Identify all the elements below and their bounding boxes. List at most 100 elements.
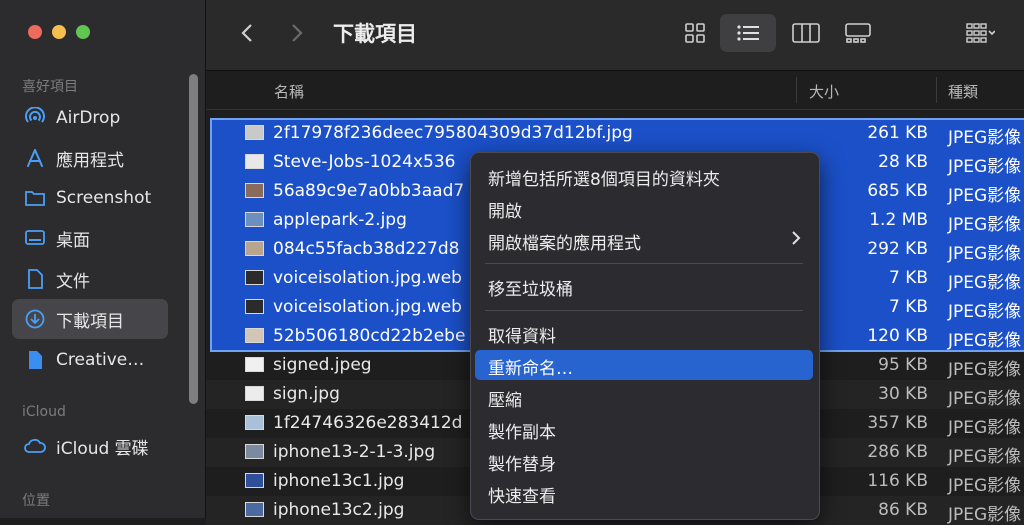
menu-item-open-with[interactable]: 開啟檔案的應用程式: [475, 225, 813, 255]
file-size: 28 KB: [878, 152, 928, 172]
list-view-button[interactable]: [720, 14, 776, 52]
column-header-size[interactable]: 大小: [809, 81, 839, 102]
menu-item-label: 重新命名…: [488, 359, 573, 379]
file-kind: JPEG影像: [948, 476, 1022, 496]
sidebar-item-icloud-drive[interactable]: iCloud 雲碟: [12, 426, 168, 466]
file-name: voiceisolation.jpg.web: [273, 297, 462, 317]
image-file-icon: [245, 154, 264, 169]
menu-item-label: 取得資料: [488, 327, 556, 347]
file-name: iphone13c2.jpg: [273, 500, 405, 520]
column-divider[interactable]: [796, 77, 797, 103]
list-icon: [737, 25, 759, 41]
file-name: sign.jpg: [273, 384, 340, 404]
menu-item-move-to-trash[interactable]: 移至垃圾桶: [475, 271, 813, 301]
desktop-icon: [18, 229, 52, 247]
file-kind: JPEG影像: [948, 273, 1022, 293]
image-file-icon: [245, 212, 264, 227]
image-file-icon: [245, 444, 264, 459]
folder-icon: [18, 188, 52, 208]
file-kind: JPEG影像: [948, 157, 1022, 177]
airdrop-icon: [18, 107, 52, 129]
file-kind: JPEG影像: [948, 128, 1022, 148]
sidebar: 喜好項目 AirDrop 應用程式 Screenshot 桌面 文件 下載項目: [0, 0, 206, 518]
file-name: signed.jpeg: [273, 355, 372, 375]
document-icon: [18, 268, 52, 290]
icloud-section-header: iCloud: [22, 404, 66, 420]
image-file-icon: [245, 270, 264, 285]
sidebar-item-applications[interactable]: 應用程式: [12, 138, 168, 178]
menu-item-label: 製作副本: [488, 423, 556, 443]
file-size: 120 KB: [867, 326, 928, 346]
sidebar-item-label: 下載項目: [56, 311, 124, 332]
menu-item-make-alias[interactable]: 製作替身: [475, 446, 813, 476]
close-window-button[interactable]: [28, 25, 42, 39]
menu-item-get-info[interactable]: 取得資料: [475, 318, 813, 348]
menu-item-new-folder-with-selection[interactable]: 新增包括所選8個項目的資料夾: [475, 161, 813, 191]
file-kind: JPEG影像: [948, 447, 1022, 467]
group-by-button[interactable]: [950, 14, 1010, 52]
sidebar-item-downloads[interactable]: 下載項目: [12, 299, 168, 339]
file-row[interactable]: 2f17978f236deec795804309d37d12bf.jpg 261 …: [206, 119, 1024, 148]
file-name: applepark-2.jpg: [273, 210, 407, 230]
group-icon: [966, 23, 995, 43]
menu-item-label: 開啟: [488, 202, 522, 222]
file-kind: JPEG影像: [948, 186, 1022, 206]
image-file-icon: [245, 328, 264, 343]
menu-separator: [485, 310, 803, 311]
sidebar-item-screenshot[interactable]: Screenshot: [12, 178, 168, 218]
file-size: 95 KB: [878, 355, 928, 375]
image-file-icon: [245, 125, 264, 140]
back-button[interactable]: [236, 20, 258, 46]
sidebar-item-airdrop[interactable]: AirDrop: [12, 98, 168, 138]
sidebar-item-label: AirDrop: [56, 108, 121, 128]
window-title: 下載項目: [333, 22, 417, 46]
file-size: 685 KB: [867, 181, 928, 201]
menu-separator: [485, 263, 803, 264]
columns-icon: [792, 23, 820, 43]
file-kind: JPEG影像: [948, 302, 1022, 322]
menu-item-label: 快速查看: [488, 487, 556, 507]
menu-item-label: 移至垃圾桶: [488, 280, 573, 300]
locations-section-header: 位置: [22, 493, 50, 509]
sidebar-item-creative[interactable]: Creative…: [12, 340, 168, 380]
file-icon: [18, 349, 52, 371]
file-kind: JPEG影像: [948, 360, 1022, 380]
menu-item-label: 製作替身: [488, 455, 556, 475]
column-header-kind[interactable]: 種類: [948, 81, 978, 102]
file-size: 292 KB: [867, 239, 928, 259]
menu-item-rename[interactable]: 重新命名…: [475, 350, 813, 380]
column-divider[interactable]: [936, 77, 937, 103]
menu-item-compress[interactable]: 壓縮: [475, 382, 813, 412]
file-size: 1.2 MB: [869, 210, 928, 230]
chevron-right-icon: [791, 229, 801, 252]
menu-item-open[interactable]: 開啟: [475, 193, 813, 223]
file-name: Steve-Jobs-1024x536: [273, 152, 456, 172]
sidebar-scrollbar[interactable]: [189, 74, 198, 404]
column-header-name[interactable]: 名稱: [274, 81, 304, 102]
sidebar-item-desktop[interactable]: 桌面: [12, 218, 168, 258]
file-name: 1f24746326e283412d: [273, 413, 463, 433]
gallery-view-button[interactable]: [836, 14, 880, 52]
column-view-button[interactable]: [784, 14, 828, 52]
toolbar: 下載項目: [206, 0, 1024, 71]
applications-icon: [18, 147, 52, 169]
zoom-window-button[interactable]: [76, 25, 90, 39]
file-kind: JPEG影像: [948, 389, 1022, 409]
menu-item-quick-look[interactable]: 快速查看: [475, 478, 813, 508]
menu-item-duplicate[interactable]: 製作副本: [475, 414, 813, 444]
minimize-window-button[interactable]: [52, 25, 66, 39]
file-kind: JPEG影像: [948, 505, 1022, 525]
icon-view-button[interactable]: [676, 14, 714, 52]
image-file-icon: [245, 386, 264, 401]
sidebar-item-label: 文件: [56, 271, 90, 292]
column-header-bar: 名稱 大小 種類: [206, 71, 1024, 110]
forward-button[interactable]: [286, 20, 308, 46]
image-file-icon: [245, 415, 264, 430]
menu-item-label: 壓縮: [488, 391, 522, 411]
context-menu: 新增包括所選8個項目的資料夾 開啟 開啟檔案的應用程式 移至垃圾桶 取得資料 重…: [470, 152, 820, 520]
file-kind: JPEG影像: [948, 418, 1022, 438]
sidebar-item-documents[interactable]: 文件: [12, 259, 168, 299]
sidebar-item-label: 桌面: [56, 230, 90, 251]
downloads-icon: [18, 308, 52, 330]
image-file-icon: [245, 241, 264, 256]
